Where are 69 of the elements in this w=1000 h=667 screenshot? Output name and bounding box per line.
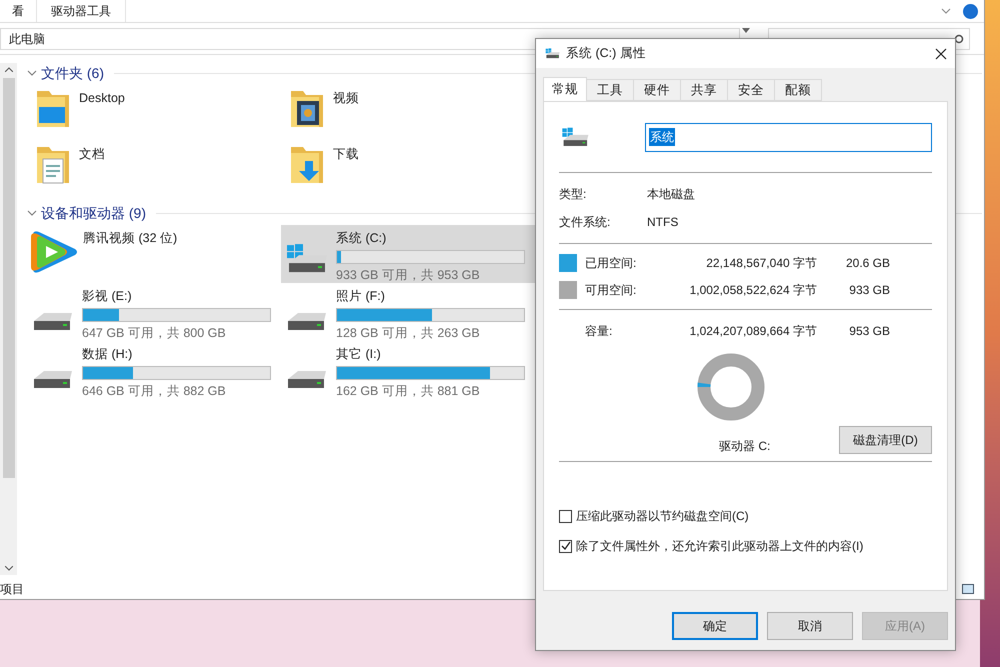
capacity-label: 容量: (584, 323, 614, 340)
folder-name[interactable]: 文档 (79, 145, 105, 164)
free-space-text: 933 GB 可用，共 953 GB (336, 266, 481, 284)
ribbon-tab[interactable]: 看 (0, 0, 37, 22)
drive-name: 数据 (H:) (82, 346, 134, 363)
tab[interactable]: 工具 (586, 79, 634, 101)
app-item[interactable]: 腾讯视频 (32 位) (27, 225, 281, 283)
checkbox-label: 压缩此驱动器以节约磁盘空间(C) (576, 508, 749, 525)
chevron-down-icon[interactable] (941, 8, 951, 14)
drive-item[interactable]: 影视 (E:) 647 GB 可用，共 800 GB (27, 283, 281, 341)
capacity-bytes: 1,024,207,089,664 字节 (688, 323, 817, 340)
dialog-button[interactable]: 确定 (672, 612, 758, 640)
tab[interactable]: 配额 (774, 79, 822, 101)
name-value: 系统 (649, 128, 675, 146)
checkbox[interactable] (559, 540, 572, 552)
dropdown-icon[interactable] (742, 28, 750, 34)
drive-item[interactable]: 其它 (I:) 162 GB 可用，共 881 GB (281, 341, 535, 399)
checkbox[interactable] (559, 510, 572, 522)
drive-name: 其它 (I:) (336, 346, 382, 363)
close-icon[interactable] (935, 48, 947, 60)
folder-name[interactable]: 下载 (333, 145, 359, 164)
app-name: 腾讯视频 (32 位) (83, 230, 178, 247)
tab[interactable]: 常规 (543, 77, 587, 101)
scroll-thumb[interactable] (2, 78, 14, 478)
folder-name[interactable]: Desktop (79, 89, 125, 108)
dialog-button[interactable]: 取消 (767, 612, 853, 640)
drive-name: 照片 (F:) (336, 288, 386, 305)
disk-cleanup-button[interactable]: 磁盘清理(D) (839, 426, 932, 454)
chevron-down-icon[interactable] (27, 208, 37, 218)
space-size: 20.6 GB (844, 255, 890, 272)
free-space-text: 647 GB 可用，共 800 GB (82, 324, 227, 342)
name-field[interactable]: 系统 (645, 122, 932, 152)
free-space-text: 162 GB 可用，共 881 GB (336, 382, 481, 400)
drive-label: 驱动器 C: (719, 438, 770, 455)
drive-name: 影视 (E:) (82, 288, 133, 305)
space-bytes: 1,002,058,522,624 字节 (688, 282, 817, 299)
drive-item[interactable]: 数据 (H:) 646 GB 可用，共 882 GB (27, 341, 281, 399)
drive-name: 系统 (C:) (336, 230, 388, 247)
info-label: 类型: (559, 186, 588, 203)
play-logo-icon (29, 229, 79, 275)
status-text: 项目 (0, 581, 24, 598)
drive-item[interactable]: 系统 (C:) 933 GB 可用，共 953 GB (281, 225, 535, 283)
tab[interactable]: 共享 (680, 79, 728, 101)
info-value: NTFS (647, 214, 678, 231)
tab[interactable]: 硬件 (633, 79, 681, 101)
checkbox-label: 除了文件属性外，还允许索引此驱动器上文件的内容(I) (576, 538, 864, 555)
section-header[interactable]: 设备和驱动器 (9) (41, 202, 146, 224)
drive-item[interactable]: 照片 (F:) 128 GB 可用，共 263 GB (281, 283, 535, 341)
system-drive-icon (561, 126, 591, 148)
space-label: 已用空间: (584, 255, 638, 272)
system-drive-icon (545, 48, 561, 60)
ribbon-tab[interactable]: 驱动器工具 (37, 0, 126, 22)
space-bytes: 22,148,567,040 字节 (705, 255, 817, 272)
scrollbar[interactable] (0, 63, 17, 575)
tab[interactable]: 安全 (727, 79, 775, 101)
search-icon (954, 34, 964, 44)
free-space-text: 646 GB 可用，共 882 GB (82, 382, 227, 400)
space-size: 933 GB (848, 282, 890, 299)
space-label: 可用空间: (584, 282, 638, 299)
view-icon[interactable] (962, 584, 974, 594)
free-space-text: 128 GB 可用，共 263 GB (336, 324, 481, 342)
chevron-down-icon[interactable] (27, 68, 37, 78)
folder-name[interactable]: 视频 (333, 89, 359, 108)
scroll-up-icon[interactable] (4, 67, 12, 72)
info-value: 本地磁盘 (647, 186, 695, 203)
info-label: 文件系统: (559, 214, 612, 231)
scroll-down-icon[interactable] (4, 566, 12, 571)
capacity-size: 953 GB (848, 323, 890, 340)
section-header[interactable]: 文件夹 (6) (41, 62, 104, 84)
